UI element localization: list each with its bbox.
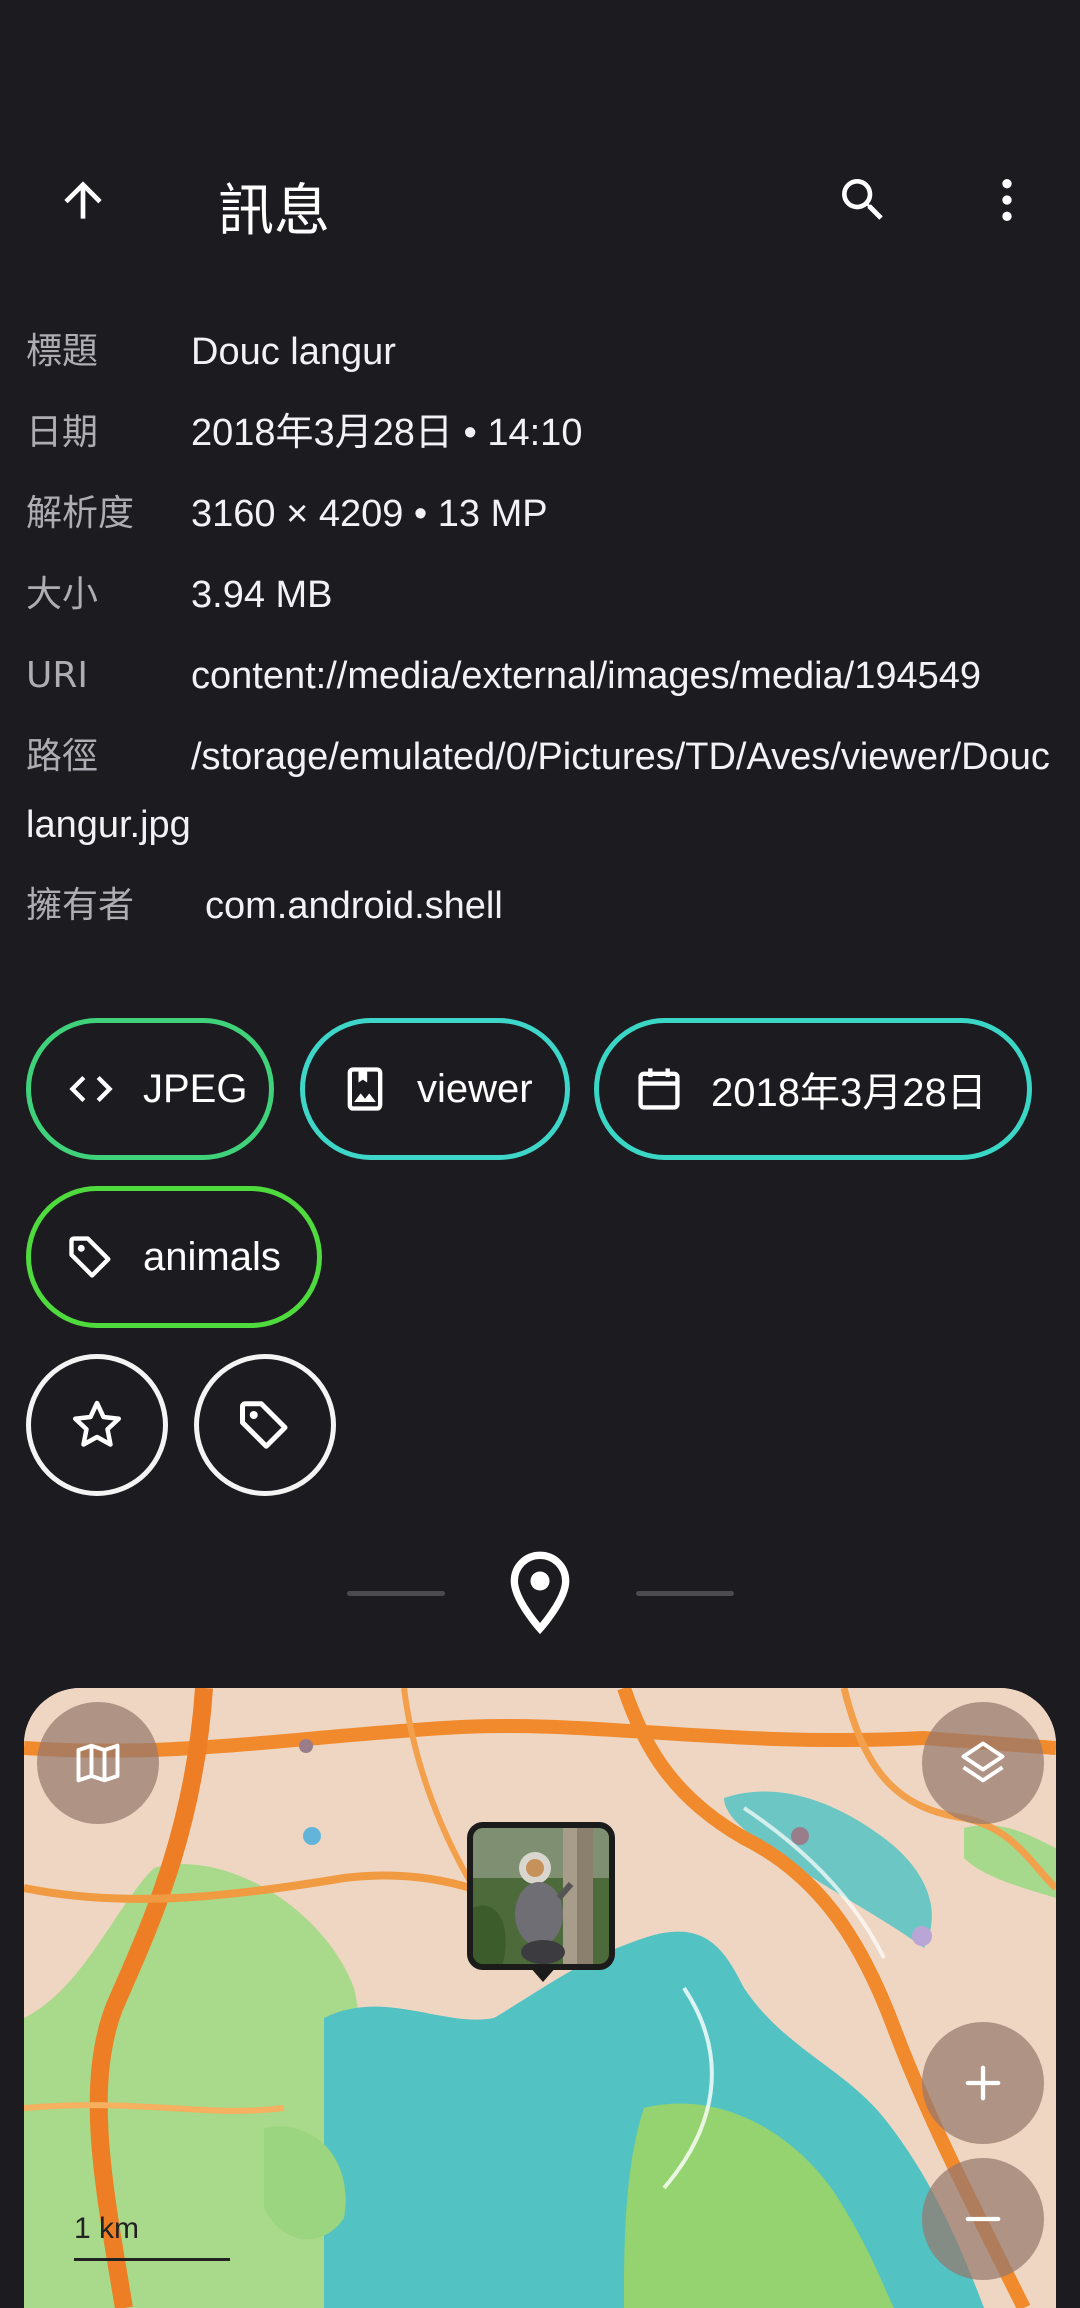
tag-icon bbox=[69, 1236, 111, 1278]
marker-pointer bbox=[529, 1966, 557, 1982]
map-scale-bar bbox=[74, 2258, 230, 2261]
info-row-size: 大小 3.94 MB bbox=[26, 561, 1056, 629]
info-row-owner: 擁有者 com.android.shell bbox=[26, 872, 1056, 940]
tag-outline-icon bbox=[240, 1401, 288, 1449]
info-label: 大小 bbox=[26, 574, 99, 615]
arrow-up-icon bbox=[64, 181, 102, 219]
chip-label: viewer bbox=[417, 1066, 533, 1111]
chip-label: animals bbox=[143, 1234, 281, 1279]
page-title: 訊息 bbox=[218, 179, 330, 244]
calendar-icon bbox=[638, 1068, 680, 1110]
location-map[interactable]: 1 km bbox=[24, 1688, 1056, 2308]
zoom-out-button[interactable] bbox=[922, 2158, 1044, 2280]
more-vert-icon bbox=[1002, 179, 1012, 221]
info-value[interactable]: com.android.shell bbox=[26, 872, 1056, 940]
back-button[interactable] bbox=[28, 145, 138, 255]
info-label: 擁有者 bbox=[26, 885, 135, 926]
photo-marker[interactable] bbox=[467, 1822, 615, 1970]
code-icon bbox=[69, 1076, 113, 1102]
photo-thumbnail bbox=[473, 1828, 609, 1964]
edit-tags-button[interactable] bbox=[194, 1354, 336, 1496]
map-style-button[interactable] bbox=[37, 1702, 159, 1824]
info-value[interactable]: Douc langur bbox=[26, 318, 1056, 386]
star-outline-icon bbox=[73, 1400, 121, 1447]
info-label: 標題 bbox=[26, 331, 99, 372]
map-scale-label: 1 km bbox=[74, 2212, 140, 2245]
info-label: URI bbox=[26, 655, 88, 696]
info-value[interactable]: content://media/external/images/media/19… bbox=[26, 642, 1056, 710]
info-value[interactable]: 2018年3月28日 • 14:10 bbox=[26, 399, 1056, 467]
chip-mime-type[interactable]: JPEG bbox=[26, 1018, 274, 1160]
layers-icon bbox=[961, 1741, 1005, 1783]
status-bar bbox=[0, 0, 1080, 100]
search-button[interactable] bbox=[808, 145, 918, 255]
map-tiles bbox=[24, 1688, 1056, 2308]
info-row-resolution: 解析度 3160 × 4209 • 13 MP bbox=[26, 480, 1056, 548]
album-icon bbox=[347, 1067, 383, 1111]
chip-date[interactable]: 2018年3月28日 bbox=[594, 1018, 1032, 1160]
info-row-date: 日期 2018年3月28日 • 14:10 bbox=[26, 399, 1056, 467]
info-label: 解析度 bbox=[26, 493, 135, 534]
info-value[interactable]: /storage/emulated/0/Pictures/TD/Aves/vie… bbox=[26, 723, 1056, 859]
plus-icon bbox=[965, 2065, 1001, 2101]
search-icon bbox=[842, 179, 883, 220]
more-options-button[interactable] bbox=[952, 145, 1062, 255]
chip-album[interactable]: viewer bbox=[300, 1018, 570, 1160]
section-divider bbox=[636, 1591, 734, 1596]
info-label: 日期 bbox=[26, 412, 99, 453]
zoom-in-button[interactable] bbox=[922, 2022, 1044, 2144]
section-divider bbox=[347, 1591, 445, 1596]
location-pin-icon bbox=[510, 1551, 570, 1635]
info-row-uri: URI content://media/external/images/medi… bbox=[26, 642, 1056, 710]
favourite-button[interactable] bbox=[26, 1354, 168, 1496]
chip-tag[interactable]: animals bbox=[26, 1186, 322, 1328]
info-row-title: 標題 Douc langur bbox=[26, 318, 1056, 386]
info-value[interactable]: 3160 × 4209 • 13 MP bbox=[26, 480, 1056, 548]
chip-label: JPEG bbox=[143, 1066, 248, 1111]
map-icon bbox=[76, 1743, 120, 1783]
minus-icon bbox=[965, 2216, 1001, 2222]
info-row-path: 路徑 /storage/emulated/0/Pictures/TD/Aves/… bbox=[26, 723, 1056, 859]
info-value[interactable]: 3.94 MB bbox=[26, 561, 1056, 629]
info-section: 標題 Douc langur 日期 2018年3月28日 • 14:10 解析度… bbox=[26, 318, 1056, 953]
map-layers-button[interactable] bbox=[922, 1702, 1044, 1824]
chip-label: 2018年3月28日 bbox=[711, 1071, 987, 1115]
info-label: 路徑 bbox=[26, 736, 99, 777]
